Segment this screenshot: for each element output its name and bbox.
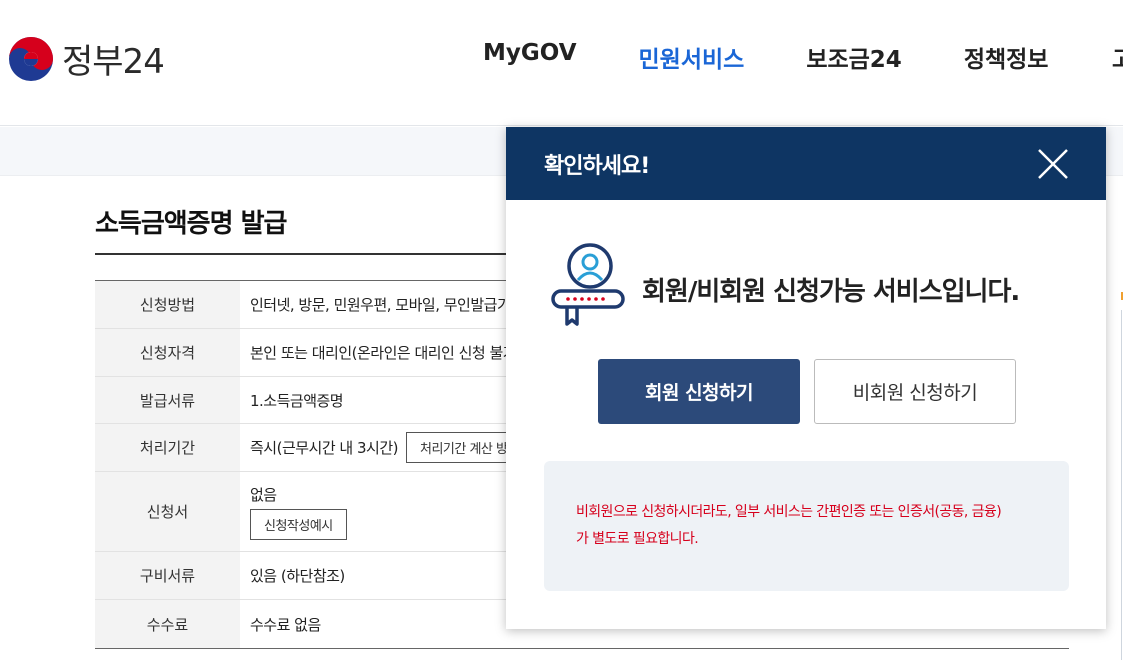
modal-title: 확인하세요!: [544, 153, 650, 179]
government-emblem-icon: [9, 36, 53, 81]
notice-text-line2: 가 별도로 필요합니다.: [576, 531, 699, 547]
logo[interactable]: 정부24: [8, 34, 165, 83]
nav-item-mygov[interactable]: MyGOV: [483, 40, 577, 74]
logo-text: 정부24: [62, 42, 165, 82]
row-label: 신청자격: [95, 329, 240, 376]
row-label: 신청서: [95, 472, 240, 551]
service-type-text: 회원/비회원 신청가능 서비스입니다.: [642, 277, 1020, 307]
side-panel-border: [1121, 310, 1122, 660]
nav-item-subsidy24[interactable]: 보조금24: [806, 40, 902, 74]
modal-header: 확인하세요!: [506, 127, 1106, 200]
nav-item-civil-service[interactable]: 민원서비스: [639, 40, 745, 74]
application-example-button[interactable]: 신청작성예시: [250, 508, 347, 540]
service-type-info: 회원/비회원 신청가능 서비스입니다.: [550, 242, 1020, 337]
nav-item-truncated[interactable]: 고: [1112, 40, 1123, 74]
main-nav: MyGOV 민원서비스 보조금24 정책정보: [483, 40, 1110, 74]
row-label: 구비서류: [95, 552, 240, 599]
member-login-icon: [551, 243, 625, 326]
row-label: 처리기간: [95, 424, 240, 471]
row-label: 수수료: [95, 600, 240, 648]
notice-text-line1: 비회원으로 신청하시더라도, 일부 서비스는 간편인증 또는 인증서(공동, 금…: [576, 504, 1002, 520]
row-label: 신청방법: [95, 281, 240, 328]
row-value: 즉시(근무시간 내 3시간): [250, 439, 399, 457]
notice-box: 비회원으로 신청하시더라도, 일부 서비스는 간편인증 또는 인증서(공동, 금…: [544, 461, 1069, 591]
row-value: 없음: [250, 485, 277, 504]
nav-item-policy-info[interactable]: 정책정보: [964, 40, 1049, 74]
close-icon[interactable]: [1036, 147, 1070, 181]
apply-buttons: 회원 신청하기 비회원 신청하기: [598, 359, 1016, 424]
row-label: 발급서류: [95, 377, 240, 423]
nonmember-apply-button[interactable]: 비회원 신청하기: [814, 359, 1016, 424]
confirm-modal: 확인하세요! 회원/비회원 신청가능 서비스입니다. 회원 신청하기 비회원 신…: [506, 127, 1106, 629]
site-header: 정부24 MyGOV 민원서비스 보조금24 정책정보 고: [0, 0, 1123, 126]
page-title: 소득금액증명 발급: [95, 209, 287, 239]
member-apply-button[interactable]: 회원 신청하기: [598, 359, 800, 424]
